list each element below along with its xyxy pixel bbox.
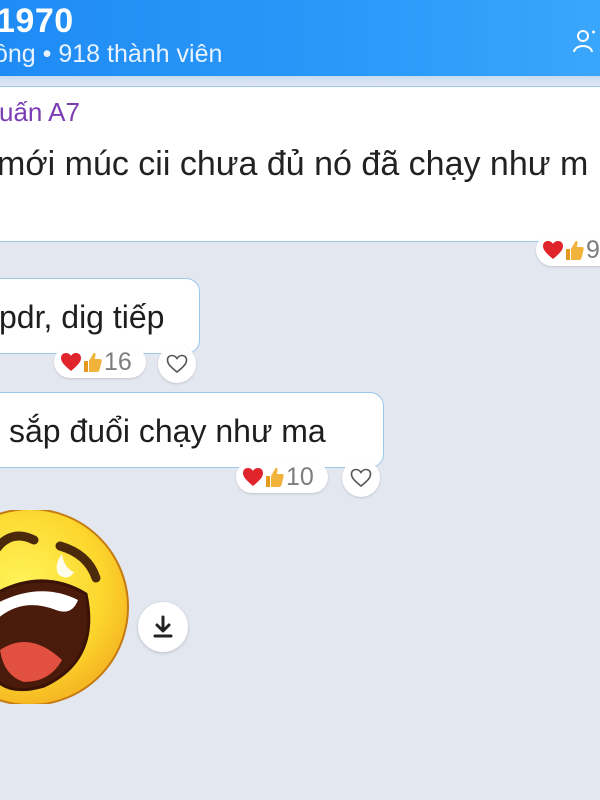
reaction-count: 9 bbox=[586, 235, 600, 264]
heart-reaction-icon bbox=[243, 468, 263, 486]
react-button[interactable] bbox=[158, 345, 196, 383]
reaction-summary[interactable]: 10 bbox=[236, 461, 328, 493]
chat-header: 1970 ồng • 918 thành viên bbox=[0, 0, 600, 76]
reaction-count: 16 bbox=[104, 347, 132, 376]
thumbs-up-reaction-icon bbox=[84, 352, 102, 372]
download-button[interactable] bbox=[138, 602, 188, 652]
quoted-message-text: mới múc cii chưa đủ nó đã chạy như m bbox=[0, 145, 589, 183]
add-member-icon[interactable] bbox=[572, 28, 596, 54]
reaction-summary[interactable]: 9 bbox=[536, 234, 600, 266]
reaction-summary[interactable]: 16 bbox=[54, 346, 146, 378]
reaction-count: 10 bbox=[286, 462, 314, 491]
group-title[interactable]: 1970 bbox=[0, 2, 74, 41]
message-text: pdr, dig tiếp bbox=[0, 299, 165, 335]
heart-reaction-icon bbox=[61, 353, 81, 371]
group-member-info: ồng • 918 thành viên bbox=[0, 40, 223, 68]
message-text: sắp đuổi chạy như ma bbox=[9, 413, 326, 449]
message-bubble[interactable]: sắp đuổi chạy như ma bbox=[0, 392, 384, 468]
quoted-message[interactable]: uấn A7 mới múc cii chưa đủ nó đã chạy nh… bbox=[0, 86, 600, 242]
quoted-sender-name[interactable]: uấn A7 bbox=[0, 97, 80, 128]
header-shadow bbox=[0, 76, 600, 86]
react-button[interactable] bbox=[342, 459, 380, 497]
thumbs-up-reaction-icon bbox=[266, 467, 284, 487]
laughing-face-sticker[interactable] bbox=[0, 510, 132, 704]
thumbs-up-reaction-icon bbox=[566, 240, 584, 260]
message-bubble[interactable]: pdr, dig tiếp bbox=[0, 278, 200, 354]
heart-outline-icon bbox=[166, 354, 188, 374]
heart-outline-icon bbox=[350, 468, 372, 488]
download-icon bbox=[153, 615, 173, 638]
heart-reaction-icon bbox=[543, 241, 563, 259]
